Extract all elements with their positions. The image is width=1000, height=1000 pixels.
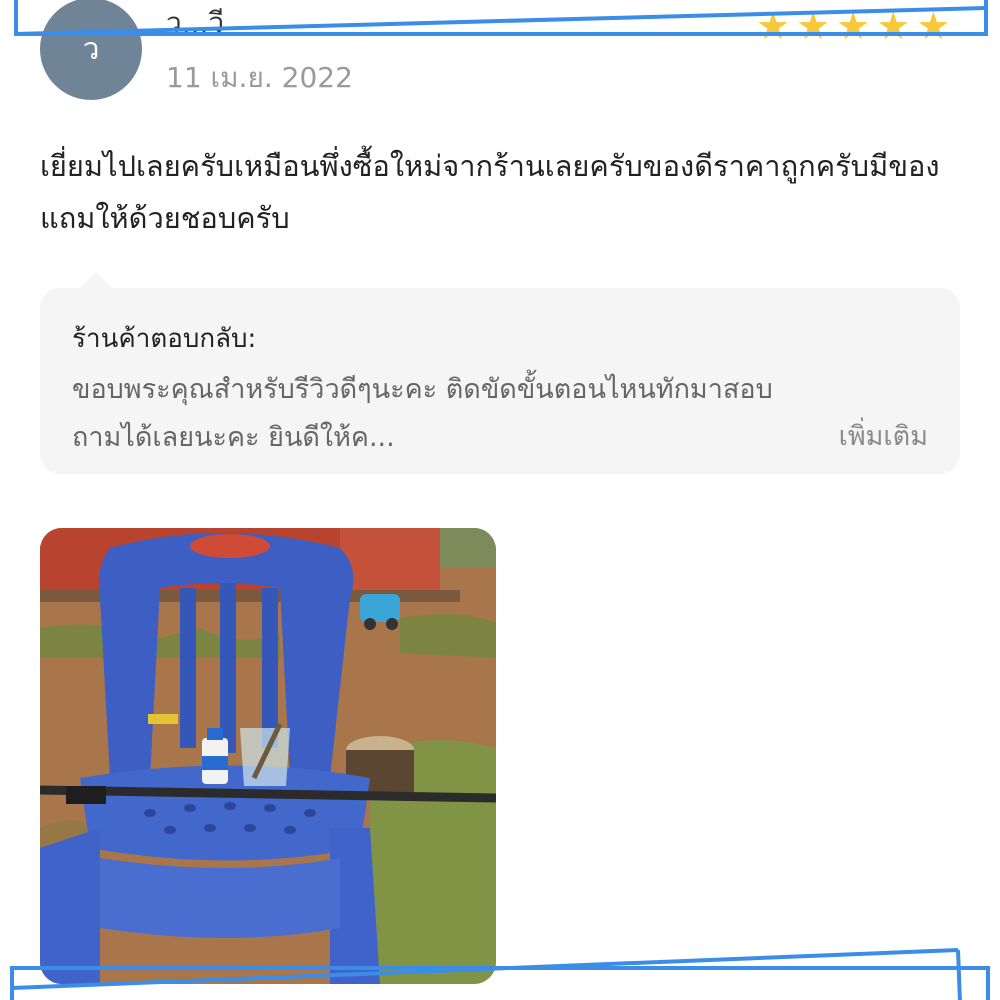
reply-title: ร้านค้าตอบกลับ:	[72, 324, 257, 354]
star-icon: ★	[796, 4, 831, 48]
review-date: 11 เม.ย. 2022	[166, 61, 353, 94]
star-rating: ★ ★ ★ ★ ★	[756, 6, 950, 46]
more-link[interactable]: เพิ่มเติม	[839, 414, 928, 457]
user-name: ว...วี	[166, 6, 225, 39]
star-icon: ★	[836, 4, 871, 48]
photo-illustration	[40, 528, 496, 984]
review-text: เยี่ยมไปเลยครับเหมือนพึ่งซื้อใหม่จากร้าน…	[40, 149, 940, 235]
star-icon: ★	[876, 4, 911, 48]
star-icon: ★	[756, 4, 791, 48]
avatar-letter: ว	[82, 31, 100, 67]
star-icon: ★	[916, 4, 951, 48]
review-photo[interactable]	[40, 528, 496, 984]
avatar[interactable]: ว	[40, 0, 142, 100]
reply-text: ขอบพระคุณสำหรับรีวิวดีๆนะคะ ติดขัดขั้นตอ…	[72, 374, 773, 453]
